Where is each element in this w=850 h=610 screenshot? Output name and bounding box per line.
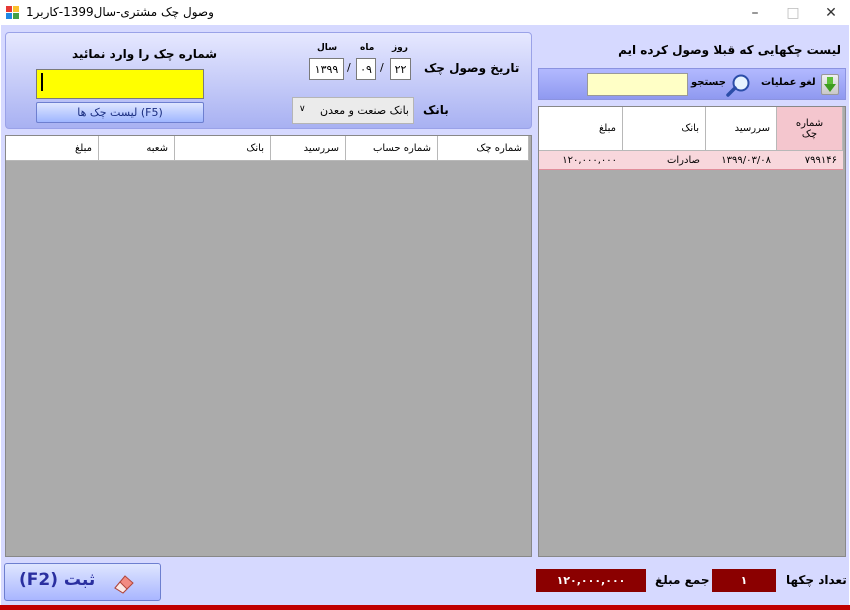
check-no-label: شماره چک را وارد نمائید: [72, 47, 218, 61]
cell-due-date: ۱۳۹۹/۰۳/۰۸: [721, 154, 771, 166]
cancel-operation-label[interactable]: لغو عملیات: [761, 77, 816, 88]
down-arrow-icon: [824, 77, 836, 92]
received-checks-grid[interactable]: مبلغ بانک سررسید شماره چک ۱۲۰,۰۰۰,۰۰۰ صا…: [538, 106, 846, 557]
check-list-button[interactable]: لیست چک ها (F5): [36, 102, 204, 123]
sum-amount-label: جمع مبلغ: [655, 573, 710, 587]
year-label: سال: [317, 43, 338, 53]
search-input[interactable]: [587, 73, 688, 96]
maximize-button[interactable]: □: [774, 0, 812, 25]
minimize-button[interactable]: –: [736, 0, 774, 25]
bank-select-value: بانک صنعت و معدن: [320, 104, 409, 117]
grid-header: مبلغ شعبه بانک سررسید شماره حساب شماره چ…: [6, 136, 529, 161]
search-icon[interactable]: [726, 73, 752, 97]
right-toolbar: جستجو لغو عملیات: [538, 68, 846, 100]
close-button[interactable]: ✕: [812, 0, 850, 25]
check-count-value: ۱: [712, 569, 776, 592]
text-cursor: [41, 73, 43, 91]
bank-label: بانک: [423, 103, 449, 117]
table-row[interactable]: ۱۲۰,۰۰۰,۰۰۰ صادرات ۱۳۹۹/۰۳/۰۸ ۷۹۹۱۴۶: [539, 151, 843, 170]
title-bar: وصول چک مشتری-سال1399-کاربر1 – □ ✕: [0, 0, 850, 25]
column-header-due-date[interactable]: سررسید: [706, 107, 777, 151]
column-header-check-no[interactable]: شماره چک: [777, 107, 843, 151]
received-checks-title: لیست چکهایی که قبلا وصول کرده ایم: [618, 43, 841, 57]
save-button[interactable]: ثبت (F2): [4, 563, 161, 601]
form-body: شماره چک را وارد نمائید لیست چک ها (F5) …: [1, 25, 849, 607]
grid-header: مبلغ بانک سررسید شماره چک: [539, 107, 843, 151]
column-header-amount[interactable]: مبلغ: [6, 136, 99, 161]
column-header-check-no[interactable]: شماره چک: [438, 136, 529, 161]
day-input[interactable]: ۲۲: [390, 58, 411, 80]
window-title: وصول چک مشتری-سال1399-کاربر1: [26, 5, 214, 19]
day-label: روز: [392, 43, 408, 53]
save-label: ثبت (F2): [19, 570, 96, 590]
column-header-due-date[interactable]: سررسید: [271, 136, 346, 161]
cell-check-no: ۷۹۹۱۴۶: [804, 154, 837, 166]
date-separator: /: [380, 61, 384, 74]
year-input[interactable]: ۱۳۹۹: [309, 58, 344, 80]
month-label: ماه: [360, 43, 375, 53]
cell-amount: ۱۲۰,۰۰۰,۰۰۰: [562, 154, 617, 166]
cancel-operation-button[interactable]: [821, 74, 839, 95]
app-icon: [6, 6, 20, 19]
sum-amount-value: ۱۲۰,۰۰۰,۰۰۰: [536, 569, 646, 592]
checks-to-receive-grid[interactable]: مبلغ شعبه بانک سررسید شماره حساب شماره چ…: [5, 135, 532, 557]
chevron-down-icon: ∨: [299, 104, 306, 114]
column-header-amount[interactable]: مبلغ: [539, 107, 623, 151]
column-header-account-no[interactable]: شماره حساب: [346, 136, 438, 161]
month-input[interactable]: ۰۹: [356, 58, 376, 80]
bank-select[interactable]: بانک صنعت و معدن ∨: [292, 97, 414, 124]
date-separator: /: [347, 61, 351, 74]
column-header-bank[interactable]: بانک: [175, 136, 271, 161]
check-count-label: تعداد چکها: [786, 573, 847, 587]
eraser-icon: [111, 571, 137, 595]
receive-date-label: تاریخ وصول چک: [424, 61, 520, 75]
bottom-border: [0, 605, 850, 610]
column-header-branch[interactable]: شعبه: [99, 136, 175, 161]
search-label: جستجو: [691, 77, 726, 88]
cell-bank: صادرات: [666, 154, 700, 166]
column-header-bank[interactable]: بانک: [623, 107, 706, 151]
receive-panel: شماره چک را وارد نمائید لیست چک ها (F5) …: [5, 32, 532, 129]
check-no-input[interactable]: [36, 69, 204, 99]
